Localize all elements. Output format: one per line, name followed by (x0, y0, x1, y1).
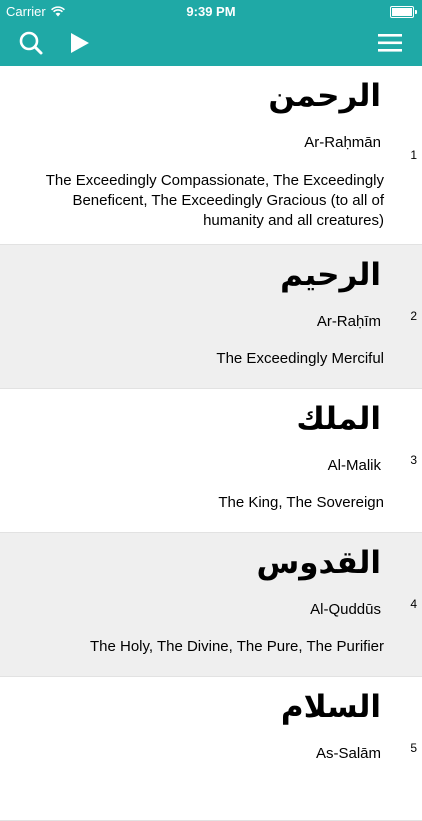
name-number: 2 (410, 309, 417, 323)
transliteration: Al-Quddūs (310, 601, 381, 618)
name-number: 4 (410, 597, 417, 611)
list-item[interactable]: الرحمن Ar-Raḥmān 1 The Exceedingly Compa… (0, 66, 422, 245)
transliteration: Al-Malik (327, 457, 381, 474)
arabic-name: القدوس (256, 545, 381, 581)
play-icon (71, 33, 89, 53)
meaning: The Holy, The Divine, The Pure, The Puri… (89, 638, 384, 655)
arabic-name: السلام (280, 689, 381, 725)
play-button[interactable] (58, 22, 102, 66)
list-item[interactable]: السلام As-Salām 5 (0, 677, 422, 821)
nav-bar (0, 22, 422, 66)
hamburger-menu-icon (378, 34, 402, 52)
status-time: 9:39 PM (186, 4, 236, 19)
name-number: 1 (410, 148, 417, 162)
menu-button[interactable] (368, 22, 412, 66)
arabic-name: الملك (296, 401, 381, 437)
names-list: الرحمن Ar-Raḥmān 1 The Exceedingly Compa… (0, 66, 422, 821)
name-number: 3 (410, 453, 417, 467)
list-item[interactable]: الملك Al-Malik 3 The King, The Sovereign (0, 389, 422, 533)
meaning: The Exceedingly Merciful (216, 350, 384, 367)
transliteration: As-Salām (315, 745, 381, 762)
search-icon (19, 31, 43, 55)
transliteration: Ar-Raḥīm (316, 313, 381, 330)
arabic-name: الرحمن (268, 78, 381, 114)
meaning: The Exceedingly Compassionate, The Excee… (45, 172, 384, 229)
transliteration: Ar-Raḥmān (304, 134, 381, 151)
arabic-name: الرحيم (280, 257, 381, 293)
search-button[interactable] (9, 22, 53, 66)
battery-icon (390, 6, 417, 18)
name-number: 5 (410, 741, 417, 755)
meaning: The King, The Sovereign (218, 494, 384, 511)
list-item[interactable]: القدوس Al-Quddūs 4 The Holy, The Divine,… (0, 533, 422, 677)
list-item[interactable]: الرحيم Ar-Raḥīm 2 The Exceedingly Mercif… (0, 245, 422, 389)
status-bar: Carrier 9:39 PM (0, 0, 422, 22)
